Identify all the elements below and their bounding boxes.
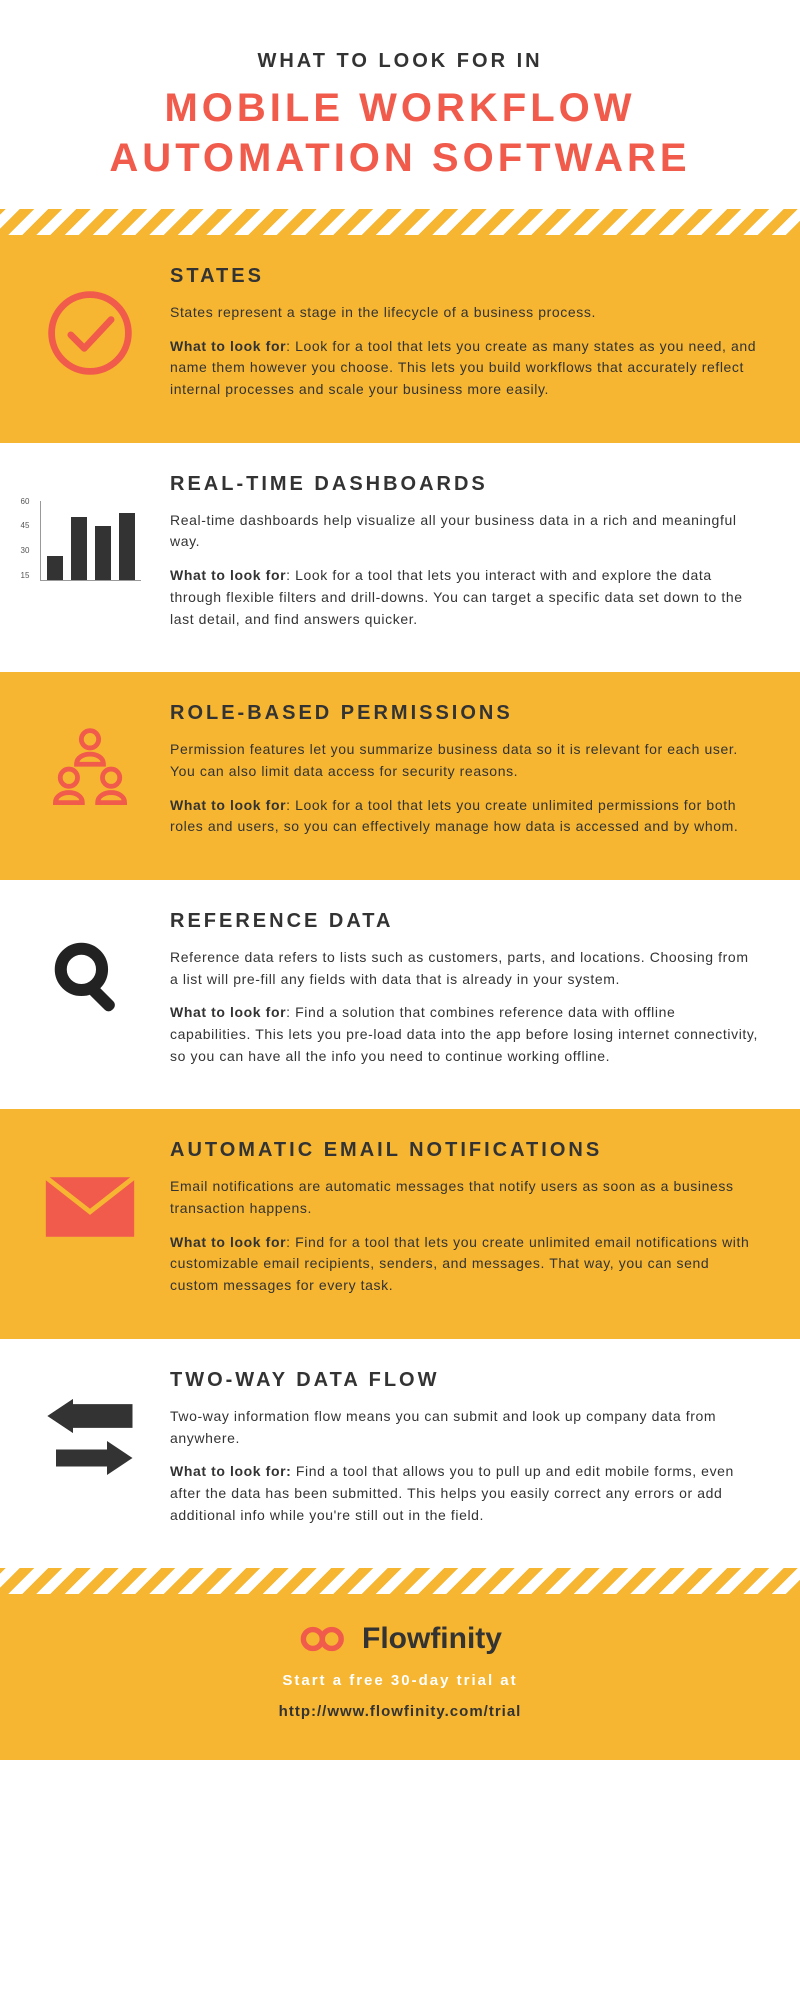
tick: 60 <box>21 497 30 506</box>
label: What to look for <box>170 338 286 354</box>
section-title: STATES <box>170 265 760 288</box>
stripe-divider <box>0 1568 800 1594</box>
label: What to look for <box>170 1234 286 1250</box>
trial-url[interactable]: http://www.flowfinity.com/trial <box>40 1703 760 1720</box>
section-title: AUTOMATIC EMAIL NOTIFICATIONS <box>170 1139 760 1162</box>
body-text: What to look for: Find a solution that c… <box>170 1002 760 1067</box>
section-reference: REFERENCE DATA Reference data refers to … <box>0 880 800 1109</box>
intro-text: Email notifications are automatic messag… <box>170 1176 760 1219</box>
label: What to look for <box>170 797 286 813</box>
body-text: What to look for: Look for a tool that l… <box>170 795 760 838</box>
check-circle-icon <box>40 283 140 383</box>
section-title: ROLE-BASED PERMISSIONS <box>170 702 760 725</box>
section-permissions: ROLE-BASED PERMISSIONS Permission featur… <box>0 672 800 880</box>
bar <box>119 513 135 580</box>
label: What to look for <box>170 1004 286 1020</box>
bar <box>47 556 63 580</box>
envelope-icon <box>40 1157 140 1257</box>
section-title: REAL-TIME DASHBOARDS <box>170 473 760 496</box>
label: What to look for <box>170 567 286 583</box>
trial-text: Start a free 30-day trial at <box>40 1672 760 1689</box>
footer: Flowfinity Start a free 30-day trial at … <box>0 1594 800 1760</box>
magnifier-icon <box>40 928 140 1028</box>
pretitle: WHAT TO LOOK FOR IN <box>40 50 760 73</box>
tick: 30 <box>21 546 30 555</box>
section-title: TWO-WAY DATA FLOW <box>170 1369 760 1392</box>
label: What to look for: <box>170 1463 291 1479</box>
two-way-arrows-icon <box>40 1387 140 1487</box>
section-emails: AUTOMATIC EMAIL NOTIFICATIONS Email noti… <box>0 1109 800 1338</box>
intro-text: Reference data refers to lists such as c… <box>170 947 760 990</box>
brand-name: Flowfinity <box>362 1622 502 1656</box>
intro-text: Two-way information flow means you can s… <box>170 1406 760 1449</box>
tick: 15 <box>21 571 30 580</box>
body-text: What to look for: Find for a tool that l… <box>170 1232 760 1297</box>
brand: Flowfinity <box>40 1622 760 1656</box>
bar <box>71 517 87 580</box>
stripe-divider <box>0 209 800 235</box>
section-two-way: TWO-WAY DATA FLOW Two-way information fl… <box>0 1339 800 1568</box>
brand-logo-icon <box>298 1624 352 1654</box>
section-states: STATES States represent a stage in the l… <box>0 235 800 443</box>
tick: 45 <box>21 521 30 530</box>
intro-text: Permission features let you summarize bu… <box>170 739 760 782</box>
users-icon <box>40 720 140 820</box>
bar-chart-icon: 60 45 30 15 <box>40 491 140 591</box>
body-text: What to look for: Look for a tool that l… <box>170 336 760 401</box>
title: MOBILE WORKFLOW AUTOMATION SOFTWARE <box>40 83 760 183</box>
intro-text: Real-time dashboards help visualize all … <box>170 510 760 553</box>
header: WHAT TO LOOK FOR IN MOBILE WORKFLOW AUTO… <box>0 0 800 209</box>
section-dashboards: 60 45 30 15 REAL-TIME DASHBOARDS Real-ti… <box>0 443 800 672</box>
body-text: What to look for: Find a tool that allow… <box>170 1461 760 1526</box>
intro-text: States represent a stage in the lifecycl… <box>170 302 760 324</box>
bar <box>95 526 111 579</box>
body-text: What to look for: Look for a tool that l… <box>170 565 760 630</box>
section-title: REFERENCE DATA <box>170 910 760 933</box>
